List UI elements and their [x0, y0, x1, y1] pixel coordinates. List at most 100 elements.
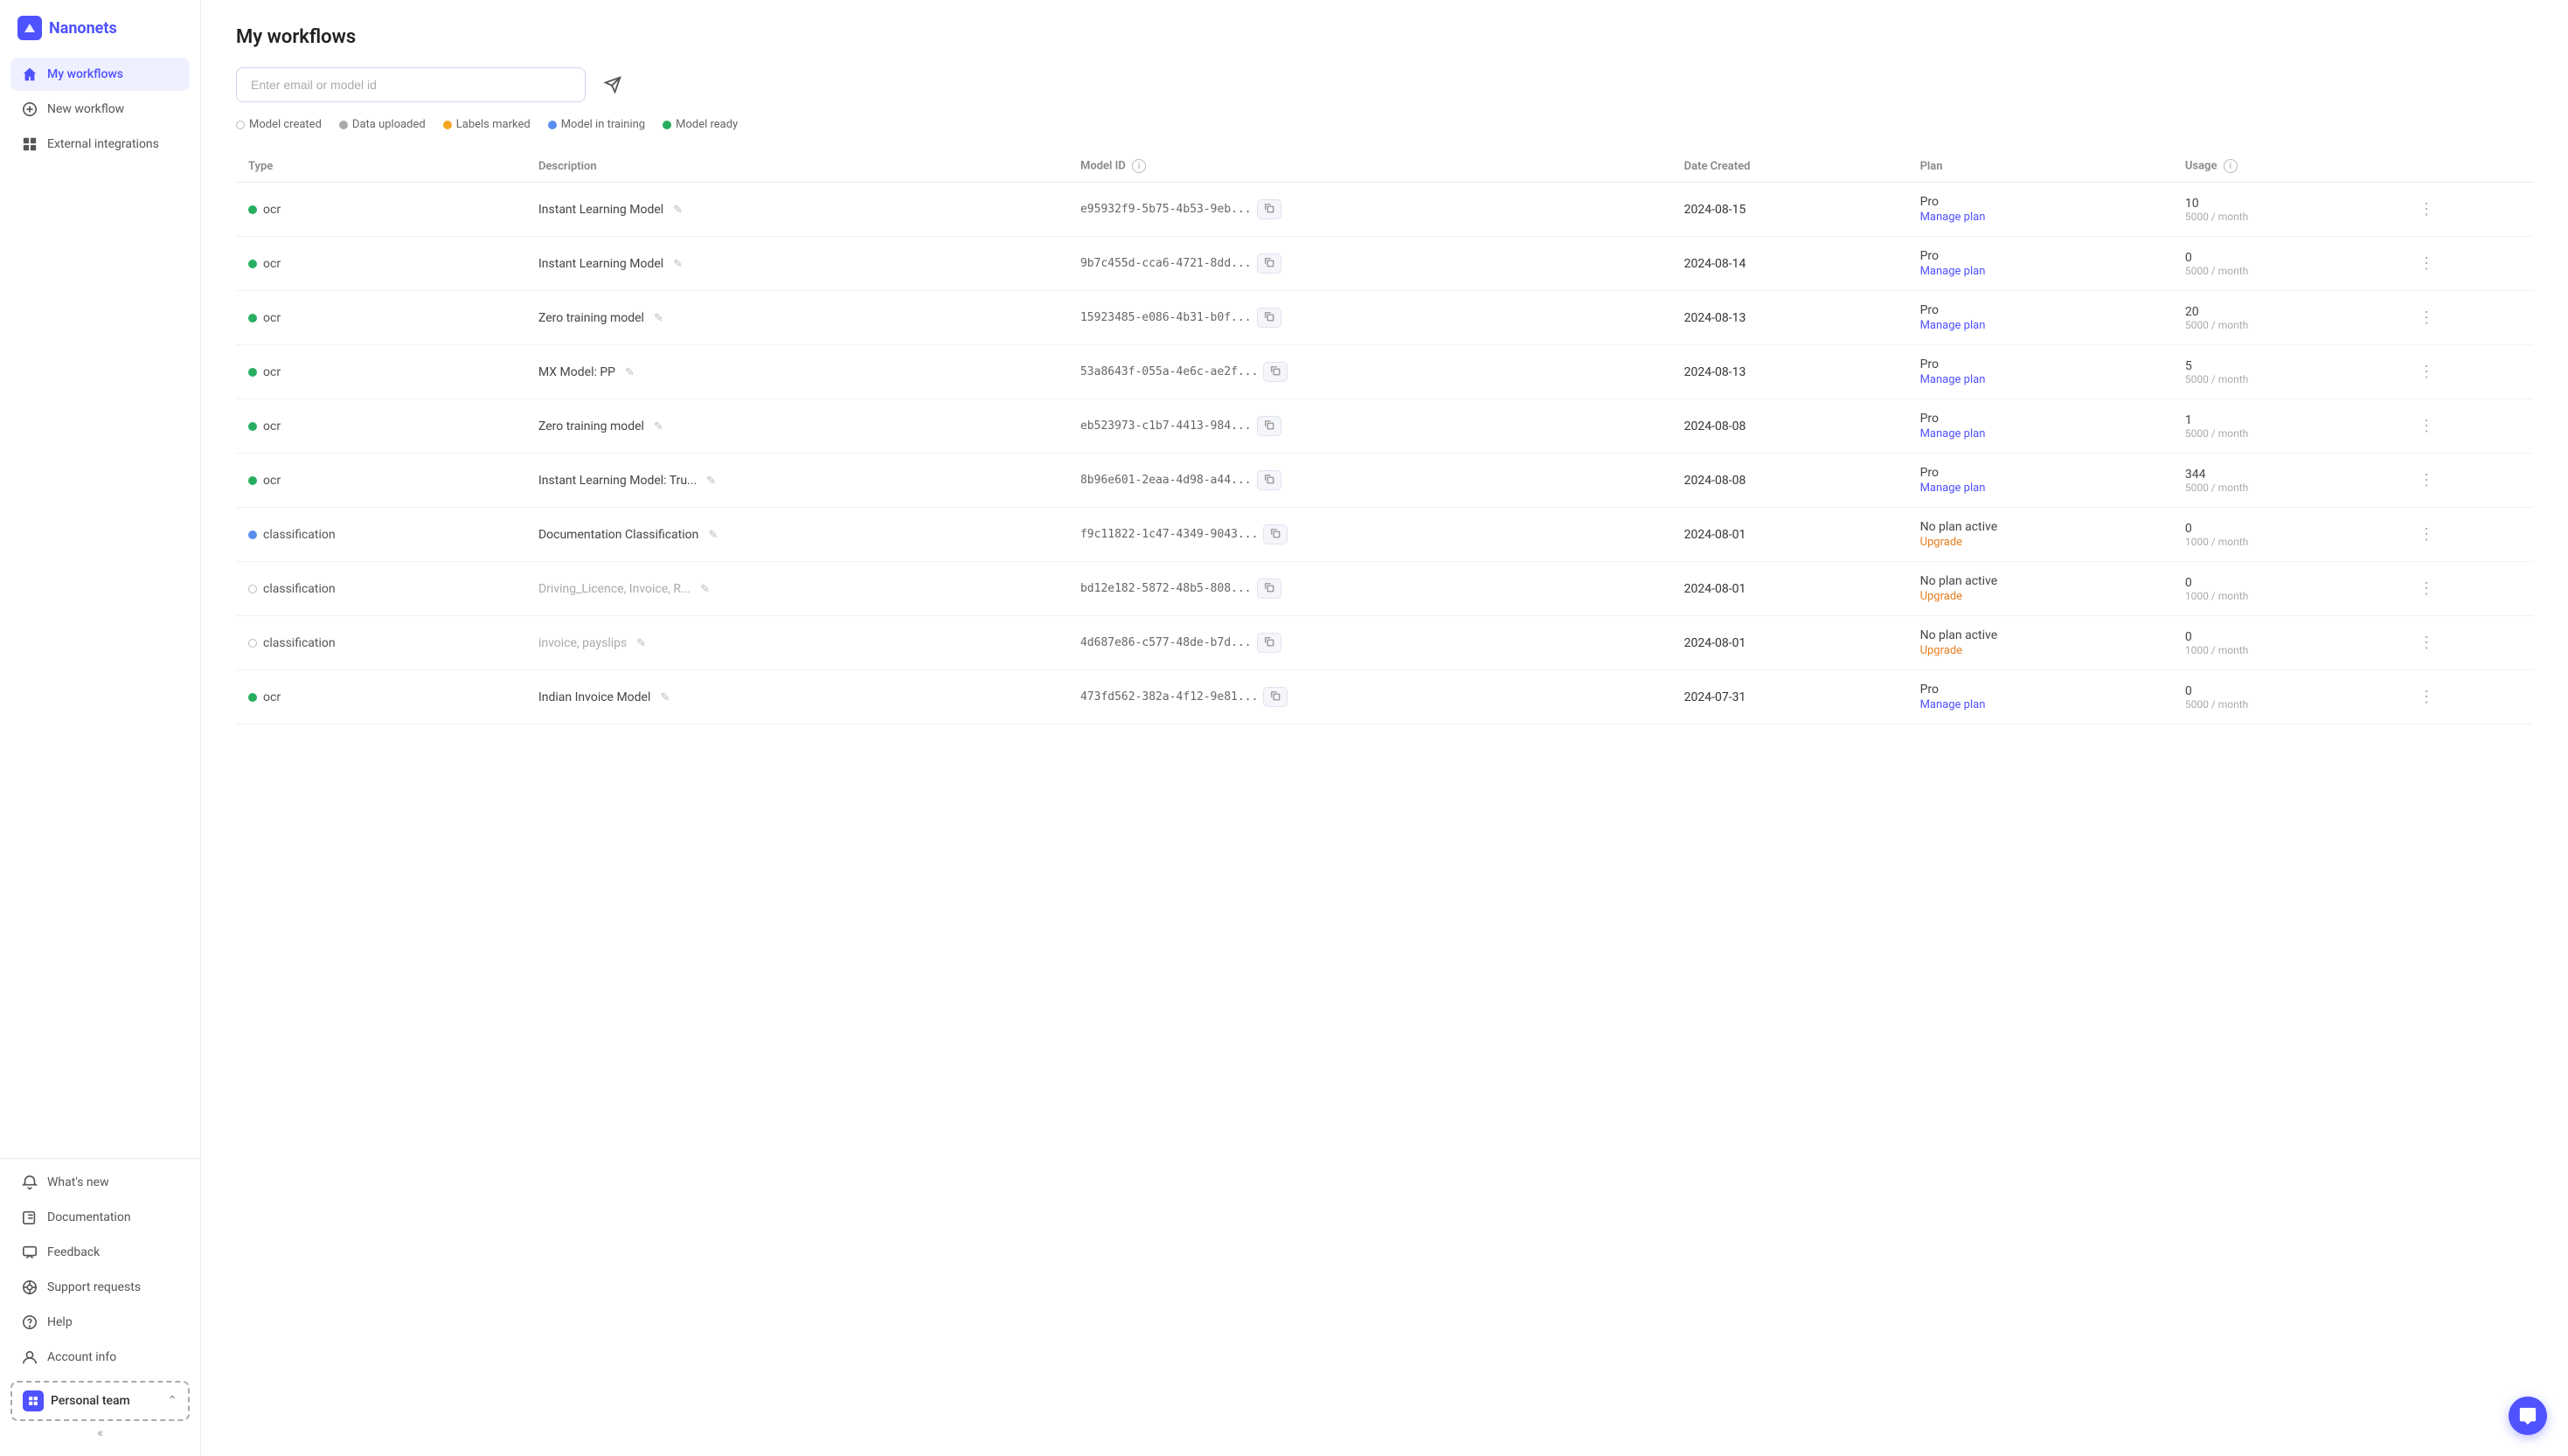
sidebar-item-support-requests[interactable]: Support requests: [10, 1271, 190, 1304]
copy-model-id-button-8[interactable]: [1257, 633, 1281, 653]
sidebar-item-external-integrations[interactable]: External integrations: [10, 128, 190, 161]
copy-model-id-button-1[interactable]: [1257, 253, 1281, 274]
edit-description-button-8[interactable]: ✎: [632, 634, 650, 652]
edit-description-button-5[interactable]: ✎: [702, 472, 720, 489]
copy-model-id-button-6[interactable]: [1263, 524, 1287, 544]
edit-description-button-6[interactable]: ✎: [704, 526, 722, 544]
more-options-button-2[interactable]: ⋮: [2413, 307, 2440, 329]
cell-plan-6: No plan active Upgrade: [1908, 508, 2173, 562]
type-label-8: classification: [263, 636, 336, 650]
edit-description-button-7[interactable]: ✎: [696, 580, 714, 598]
sidebar-item-help[interactable]: Help: [10, 1306, 190, 1339]
copy-model-id-button-2[interactable]: [1257, 308, 1281, 328]
nav-label-new-workflow: New workflow: [47, 102, 124, 116]
cell-type-3: ocr: [236, 345, 526, 399]
usage-limit-6: 1000 / month: [2185, 536, 2389, 548]
date-text-6: 2024-08-01: [1684, 528, 1746, 542]
copy-model-id-button-7[interactable]: [1257, 579, 1281, 599]
cell-type-6: classification: [236, 508, 526, 562]
col-model-id: Model ID i: [1068, 150, 1672, 183]
search-input[interactable]: [236, 67, 586, 102]
more-options-button-7[interactable]: ⋮: [2413, 578, 2440, 600]
date-text-3: 2024-08-13: [1684, 365, 1746, 379]
sidebar-item-feedback[interactable]: Feedback: [10, 1236, 190, 1269]
description-text-6: Documentation Classification: [538, 528, 698, 542]
legend-model-in-training: Model in training: [548, 118, 645, 131]
edit-description-button-2[interactable]: ✎: [649, 309, 668, 327]
more-options-button-1[interactable]: ⋮: [2413, 253, 2440, 274]
table-row: classification Driving_Licence, Invoice,…: [236, 562, 2533, 616]
nav-label-account-info: Account info: [47, 1350, 116, 1364]
model-id-text-6: f9c11822-1c47-4349-9043...: [1080, 528, 1259, 541]
cell-usage-9: 0 5000 / month: [2173, 670, 2401, 725]
upgrade-link-6[interactable]: Upgrade: [1920, 536, 2161, 549]
nav-label-documentation: Documentation: [47, 1210, 131, 1224]
copy-model-id-button-3[interactable]: [1263, 362, 1287, 382]
date-text-2: 2024-08-13: [1684, 311, 1746, 325]
chat-bubble[interactable]: [2509, 1397, 2547, 1435]
upgrade-link-8[interactable]: Upgrade: [1920, 644, 2161, 657]
more-options-button-4[interactable]: ⋮: [2413, 415, 2440, 437]
bell-icon: [21, 1174, 38, 1191]
more-options-button-5[interactable]: ⋮: [2413, 469, 2440, 491]
plan-name-7: No plan active: [1920, 574, 1998, 588]
cell-model-id-7: bd12e182-5872-48b5-808...: [1068, 562, 1672, 616]
edit-description-button-4[interactable]: ✎: [649, 418, 668, 435]
upgrade-link-7[interactable]: Upgrade: [1920, 590, 2161, 603]
edit-description-button-3[interactable]: ✎: [621, 364, 639, 381]
usage-limit-2: 5000 / month: [2185, 319, 2389, 331]
sidebar-item-my-workflows[interactable]: My workflows: [10, 58, 190, 91]
more-options-button-6[interactable]: ⋮: [2413, 523, 2440, 545]
cell-usage-1: 0 5000 / month: [2173, 237, 2401, 291]
model-id-text-7: bd12e182-5872-48b5-808...: [1080, 582, 1252, 595]
manage-plan-link-1[interactable]: Manage plan: [1920, 265, 2161, 278]
cell-description-5: Instant Learning Model: Tru... ✎: [526, 454, 1068, 508]
cell-type-0: ocr: [236, 183, 526, 237]
more-options-button-9[interactable]: ⋮: [2413, 686, 2440, 708]
sidebar-item-whats-new[interactable]: What's new: [10, 1166, 190, 1199]
model-id-text-5: 8b96e601-2eaa-4d98-a44...: [1080, 474, 1252, 487]
cell-date-0: 2024-08-15: [1672, 183, 1908, 237]
manage-plan-link-4[interactable]: Manage plan: [1920, 427, 2161, 440]
table-row: ocr Instant Learning Model: Tru... ✎ 8b9…: [236, 454, 2533, 508]
cell-model-id-0: e95932f9-5b75-4b53-9eb...: [1068, 183, 1672, 237]
search-button[interactable]: [596, 68, 629, 101]
help-icon: [21, 1314, 38, 1331]
edit-description-button-9[interactable]: ✎: [656, 689, 674, 706]
copy-model-id-button-4[interactable]: [1257, 416, 1281, 436]
model-id-info-icon[interactable]: i: [1132, 159, 1146, 173]
more-options-button-8[interactable]: ⋮: [2413, 632, 2440, 654]
sidebar-logo[interactable]: Nanonets: [0, 0, 200, 51]
manage-plan-link-0[interactable]: Manage plan: [1920, 211, 2161, 224]
cell-plan-5: Pro Manage plan: [1908, 454, 2173, 508]
legend-dot-green: [663, 121, 671, 129]
sidebar-item-account-info[interactable]: Account info: [10, 1341, 190, 1374]
status-dot-9: [248, 693, 257, 702]
more-options-button-3[interactable]: ⋮: [2413, 361, 2440, 383]
copy-model-id-button-9[interactable]: [1263, 687, 1287, 707]
cell-more-7: ⋮: [2401, 562, 2533, 616]
support-icon: [21, 1279, 38, 1296]
copy-model-id-button-0[interactable]: [1257, 199, 1281, 219]
sidebar-item-new-workflow[interactable]: New workflow: [10, 93, 190, 126]
description-text-1: Instant Learning Model: [538, 257, 663, 271]
description-text-3: MX Model: PP: [538, 365, 615, 379]
cell-description-0: Instant Learning Model ✎: [526, 183, 1068, 237]
manage-plan-link-2[interactable]: Manage plan: [1920, 319, 2161, 332]
more-options-button-0[interactable]: ⋮: [2413, 198, 2440, 220]
copy-model-id-button-5[interactable]: [1257, 470, 1281, 490]
manage-plan-link-9[interactable]: Manage plan: [1920, 698, 2161, 711]
usage-count-7: 0: [2185, 576, 2192, 590]
usage-limit-9: 5000 / month: [2185, 698, 2389, 711]
usage-count-6: 0: [2185, 522, 2192, 536]
manage-plan-link-3[interactable]: Manage plan: [1920, 373, 2161, 386]
manage-plan-link-5[interactable]: Manage plan: [1920, 482, 2161, 495]
edit-description-button-0[interactable]: ✎: [669, 201, 687, 218]
feedback-icon: [21, 1244, 38, 1261]
personal-team-box[interactable]: Personal team ⌃: [10, 1381, 190, 1421]
edit-description-button-1[interactable]: ✎: [669, 255, 687, 273]
sidebar-item-documentation[interactable]: Documentation: [10, 1201, 190, 1234]
usage-info-icon[interactable]: i: [2224, 159, 2238, 173]
main-content: My workflows Model created Data uploaded…: [201, 0, 2568, 1456]
collapse-sidebar-button[interactable]: «: [10, 1421, 190, 1446]
